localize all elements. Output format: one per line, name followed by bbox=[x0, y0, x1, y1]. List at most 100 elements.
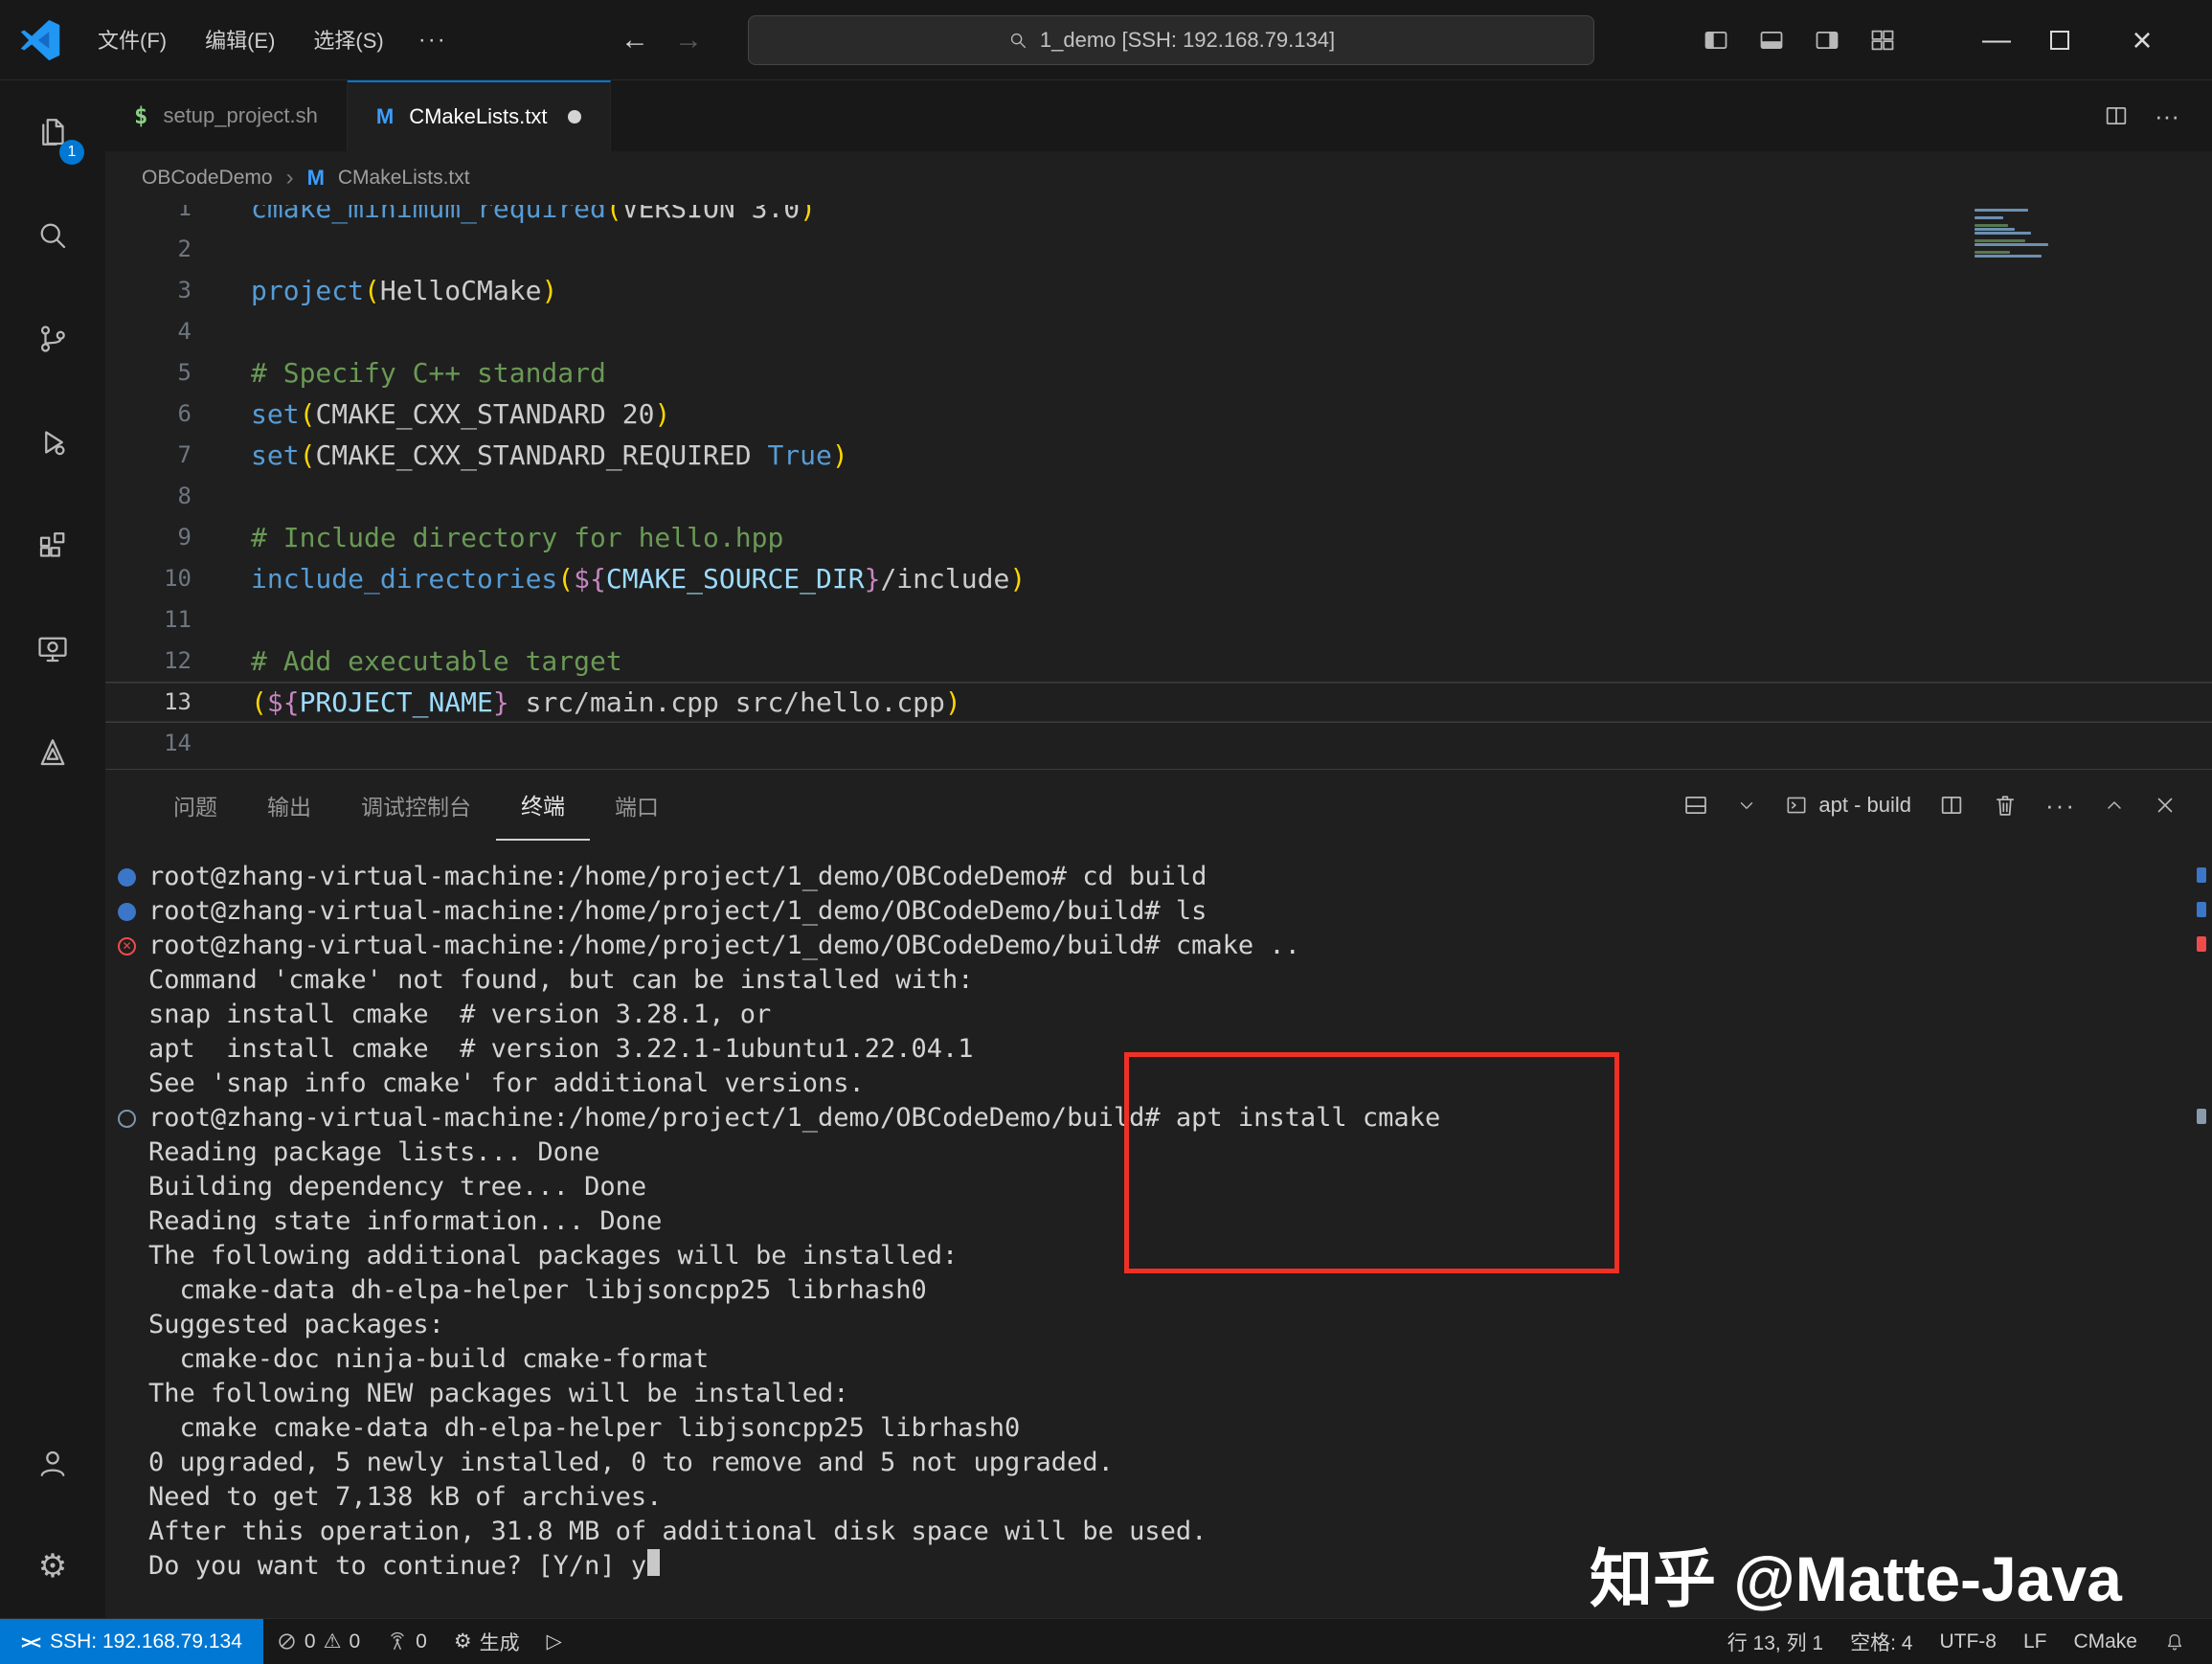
remote-explorer-icon bbox=[35, 632, 70, 666]
command-center-search[interactable]: 1_demo [SSH: 192.168.79.134] bbox=[748, 15, 1594, 65]
code-line-5[interactable]: 5# Specify C++ standard bbox=[105, 352, 2212, 394]
chevron-down-icon[interactable] bbox=[1736, 795, 1757, 816]
close-panel-icon[interactable] bbox=[2153, 793, 2178, 818]
terminal-text: The following NEW packages will be insta… bbox=[148, 1377, 849, 1411]
encoding-setting[interactable]: UTF-8 bbox=[1926, 1619, 2010, 1664]
launch-button[interactable]: ▷ bbox=[533, 1619, 576, 1664]
terminal-text: root@zhang-virtual-machine:/home/project… bbox=[148, 1101, 1440, 1136]
panel-tab-ports[interactable]: 端口 bbox=[590, 770, 684, 841]
command-decoration-none bbox=[105, 1032, 148, 1067]
window-minimize-button[interactable]: — bbox=[1965, 0, 2028, 80]
activity-account[interactable] bbox=[0, 1411, 105, 1515]
terminal-text: Reading state information... Done bbox=[148, 1204, 662, 1239]
eol-setting[interactable]: LF bbox=[2010, 1619, 2061, 1664]
code-text: set(CMAKE_CXX_STANDARD 20) bbox=[251, 394, 670, 435]
account-icon bbox=[35, 1446, 70, 1480]
terminal-view[interactable]: root@zhang-virtual-machine:/home/project… bbox=[105, 841, 2212, 1618]
terminal-line: Reading package lists... Done bbox=[105, 1136, 2212, 1170]
split-terminal-icon[interactable] bbox=[1938, 792, 1965, 819]
panel-tab-problems[interactable]: 问题 bbox=[148, 770, 242, 841]
terminal-selector[interactable]: apt - build bbox=[1784, 793, 1911, 818]
window-close-button[interactable]: × bbox=[2110, 0, 2174, 80]
tab-setup-project-sh[interactable]: $ setup_project.sh bbox=[105, 80, 348, 151]
panel-layout-icon[interactable] bbox=[1682, 792, 1709, 819]
breadcrumb-file[interactable]: CMakeLists.txt bbox=[338, 167, 470, 190]
code-line-8[interactable]: 8 bbox=[105, 476, 2212, 517]
panel-tab-terminal[interactable]: 终端 bbox=[496, 770, 590, 841]
activity-cmake-tools[interactable] bbox=[0, 701, 105, 804]
shellscript-file-icon: $ bbox=[134, 102, 147, 129]
command-decoration-err[interactable]: ✕ bbox=[105, 929, 148, 963]
editor-more-actions-icon[interactable]: ··· bbox=[2155, 101, 2179, 131]
terminal-output: root@zhang-virtual-machine:/home/project… bbox=[105, 841, 2212, 1584]
code-line-4[interactable]: 4 bbox=[105, 311, 2212, 352]
code-line-12[interactable]: 12# Add executable target bbox=[105, 641, 2212, 682]
panel-tab-output[interactable]: 输出 bbox=[242, 770, 336, 841]
modified-dot-icon[interactable] bbox=[568, 110, 581, 124]
customize-layout-icon[interactable] bbox=[1869, 27, 1896, 54]
code-line-11[interactable]: 11 bbox=[105, 599, 2212, 641]
split-editor-icon[interactable] bbox=[2103, 102, 2130, 129]
remote-indicator[interactable]: >< SSH: 192.168.79.134 bbox=[0, 1619, 263, 1664]
ports-indicator[interactable]: 0 bbox=[373, 1619, 440, 1664]
code-line-6[interactable]: 6set(CMAKE_CXX_STANDARD 20) bbox=[105, 394, 2212, 435]
chevron-up-icon[interactable] bbox=[2103, 794, 2126, 817]
nav-forward-icon[interactable]: → bbox=[674, 24, 703, 56]
tab-label: setup_project.sh bbox=[163, 103, 317, 128]
activity-explorer[interactable]: 1 bbox=[0, 80, 105, 184]
menu-more[interactable]: ··· bbox=[403, 27, 463, 54]
command-decoration-run[interactable] bbox=[105, 1101, 148, 1136]
menu-selection[interactable]: 选择(S) bbox=[294, 16, 402, 64]
activity-remote-explorer[interactable] bbox=[0, 597, 105, 701]
toggle-sidebar-icon[interactable] bbox=[1703, 27, 1729, 54]
terminal-text: cmake-data dh-elpa-helper libjsoncpp25 l… bbox=[148, 1273, 927, 1308]
terminal-text: cmake cmake-data dh-elpa-helper libjsonc… bbox=[148, 1411, 1020, 1446]
command-decoration-ok[interactable] bbox=[105, 860, 148, 894]
toggle-secondary-sidebar-icon[interactable] bbox=[1814, 27, 1840, 54]
code-line-9[interactable]: 9# Include directory for hello.hpp bbox=[105, 517, 2212, 558]
nav-back-icon[interactable]: ← bbox=[621, 24, 649, 56]
activity-settings[interactable]: ⚙ bbox=[0, 1515, 105, 1618]
terminal-line: Building dependency tree... Done bbox=[105, 1170, 2212, 1204]
code-editor[interactable]: 1cmake_minimum_required(VERSION 3.0)23pr… bbox=[105, 205, 2212, 769]
terminal-text: cmake-doc ninja-build cmake-format bbox=[148, 1342, 709, 1377]
language-mode[interactable]: CMake bbox=[2060, 1619, 2151, 1664]
source-control-icon bbox=[35, 322, 70, 356]
command-decoration-none bbox=[105, 1446, 148, 1480]
command-decoration-none bbox=[105, 998, 148, 1032]
code-line-2[interactable]: 2 bbox=[105, 229, 2212, 270]
code-line-10[interactable]: 10include_directories(${CMAKE_SOURCE_DIR… bbox=[105, 558, 2212, 599]
panel-more-actions-icon[interactable]: ··· bbox=[2045, 791, 2076, 821]
menu-edit[interactable]: 编辑(E) bbox=[186, 16, 294, 64]
notifications-button[interactable] bbox=[2151, 1619, 2199, 1664]
breadcrumb-folder[interactable]: OBCodeDemo bbox=[142, 167, 273, 190]
activity-source-control[interactable] bbox=[0, 287, 105, 391]
code-line-7[interactable]: 7set(CMAKE_CXX_STANDARD_REQUIRED True) bbox=[105, 435, 2212, 476]
code-line-14[interactable]: 14 bbox=[105, 723, 2212, 764]
command-decoration-none bbox=[105, 1377, 148, 1411]
activity-extensions[interactable] bbox=[0, 494, 105, 597]
minimap[interactable] bbox=[1975, 209, 2066, 262]
toggle-panel-icon[interactable] bbox=[1758, 27, 1785, 54]
terminal-text: 0 upgraded, 5 newly installed, 0 to remo… bbox=[148, 1446, 1114, 1480]
code-line-1[interactable]: 1cmake_minimum_required(VERSION 3.0) bbox=[105, 205, 2212, 229]
indentation-setting[interactable]: 空格: 4 bbox=[1837, 1619, 1926, 1664]
trash-icon[interactable] bbox=[1992, 792, 2019, 819]
code-line-3[interactable]: 3project(HelloCMake) bbox=[105, 270, 2212, 311]
terminal-line: 0 upgraded, 5 newly installed, 0 to remo… bbox=[105, 1446, 2212, 1480]
activity-search[interactable] bbox=[0, 184, 105, 287]
activity-run-debug[interactable] bbox=[0, 391, 105, 494]
window-maximize-button[interactable] bbox=[2028, 0, 2091, 80]
cmake-build-button[interactable]: ⚙ 生成 bbox=[440, 1619, 533, 1664]
problems-indicator[interactable]: 0 ⚠ 0 bbox=[263, 1619, 373, 1664]
menu-file[interactable]: 文件(F) bbox=[79, 16, 186, 64]
command-decoration-ok[interactable] bbox=[105, 894, 148, 929]
code-line-13[interactable]: 13(${PROJECT_NAME} src/main.cpp src/hell… bbox=[105, 682, 2212, 723]
title-bar: 文件(F) 编辑(E) 选择(S) ··· ← → 1_demo [SSH: 1… bbox=[0, 0, 2212, 80]
terminal-text: See 'snap info cmake' for additional ver… bbox=[148, 1067, 865, 1101]
build-label: 生成 bbox=[480, 1628, 520, 1656]
tab-cmakelists-txt[interactable]: M CMakeLists.txt bbox=[348, 80, 612, 151]
panel-tab-debug-console[interactable]: 调试控制台 bbox=[336, 770, 496, 841]
cursor-position[interactable]: 行 13, 列 1 bbox=[1714, 1619, 1837, 1664]
code-text: cmake_minimum_required(VERSION 3.0) bbox=[251, 205, 816, 229]
